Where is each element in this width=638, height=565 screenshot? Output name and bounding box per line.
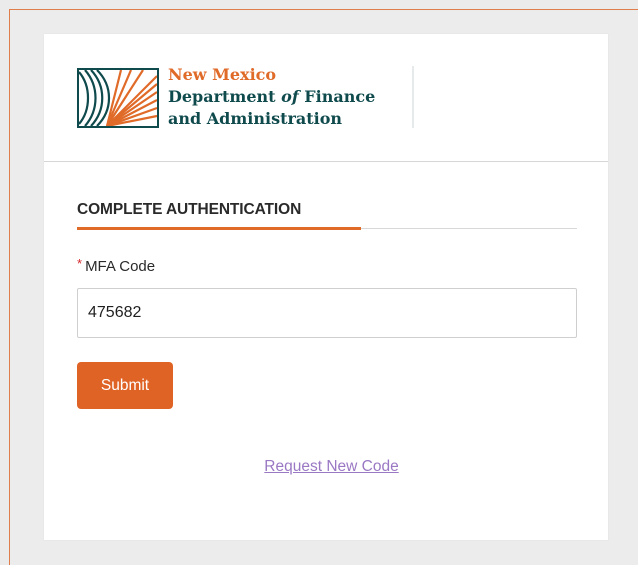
submit-button[interactable]: Submit	[77, 362, 173, 409]
request-new-code-link[interactable]: Request New Code	[44, 458, 608, 476]
card-header: New Mexico Department of Finance and Adm…	[44, 34, 608, 162]
mfa-code-input[interactable]	[77, 288, 577, 338]
header-divider	[412, 66, 414, 128]
section-title: COMPLETE AUTHENTICATION	[77, 201, 302, 218]
mfa-code-label: * MFA Code	[77, 256, 156, 275]
brand-wordmark: New Mexico Department of Finance and Adm…	[168, 64, 375, 130]
brand-line-3: and Administration	[168, 109, 343, 128]
brand-line-2: Department of Finance	[168, 87, 376, 106]
brand-line-1: New Mexico	[168, 65, 277, 84]
required-marker: *	[77, 256, 83, 271]
auth-card: New Mexico Department of Finance and Adm…	[44, 34, 608, 540]
nm-dfa-logo-icon	[77, 68, 159, 128]
section-title-underline	[77, 227, 361, 230]
